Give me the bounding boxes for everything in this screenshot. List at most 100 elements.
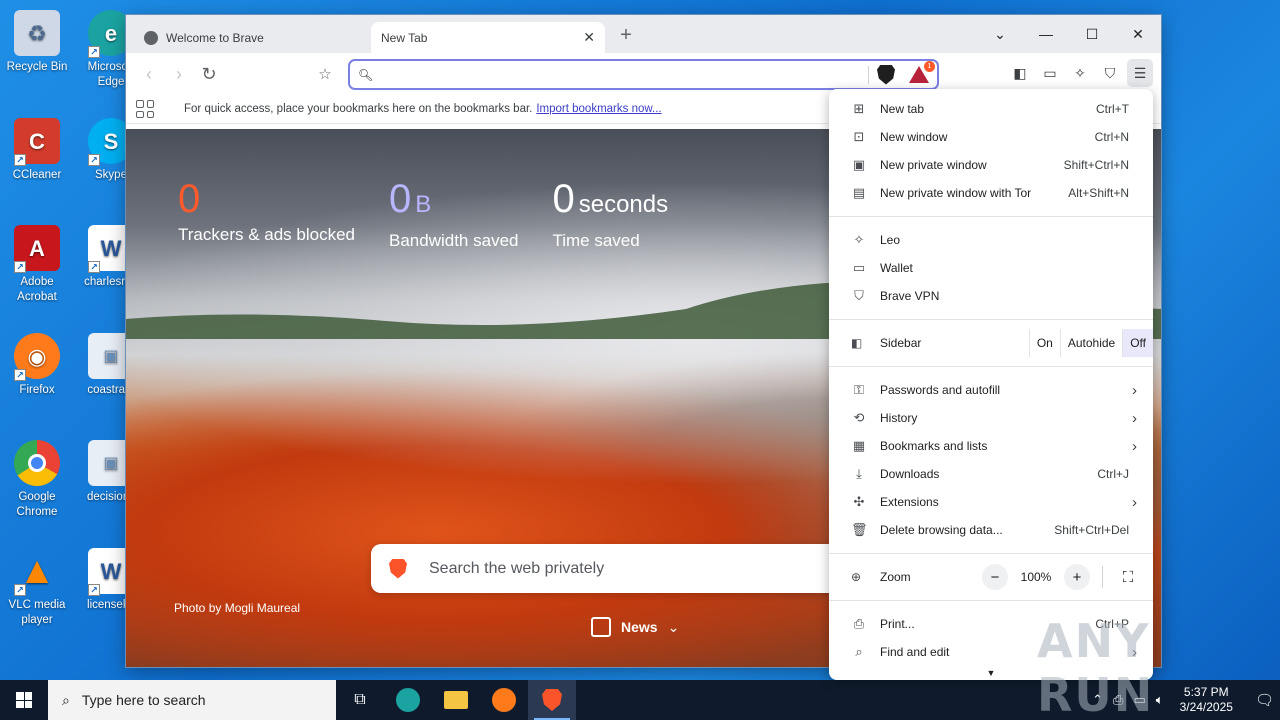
desktop-icon-firefox[interactable]: ◉ ↗ Firefox [0,333,74,398]
wallet-icon[interactable]: ▭ [1037,59,1063,87]
brave-icon [542,689,562,711]
tab-title: Welcome to Brave [166,30,264,45]
stat-label: Time saved [552,231,640,250]
chevron-right-icon: › [1132,381,1137,399]
tab-new-tab[interactable]: New Tab ✕ [371,22,605,53]
desktop-icon-chrome[interactable]: Google Chrome [0,440,74,520]
taskbar-search-placeholder: Type here to search [81,692,206,708]
photo-credit[interactable]: Photo by Mogli Maureal [174,601,300,615]
chevron-down-icon: ⌄ [667,618,680,635]
menu-item-label: New private window with Tor [880,186,1032,200]
desktop-icon-label: Google Chrome [16,491,58,518]
vpn-shield-icon[interactable]: ⛉ [1097,59,1123,87]
taskbar-firefox[interactable] [480,680,528,720]
stat-label: Trackers & ads blocked [178,225,355,244]
task-view-button[interactable]: ⧉ [336,680,384,720]
trash-icon: 🗑︎ [851,522,868,537]
taskbar-edge[interactable] [384,680,432,720]
menu-item-label: Zoom [880,570,911,584]
desktop-icon-label: Recycle Bin [6,61,68,73]
desktop-icon-adobe-acrobat[interactable]: A ↗ Adobe Acrobat [0,225,74,305]
menu-item-brave-vpn[interactable]: ⛉ Brave VPN [829,282,1153,310]
reload-button[interactable]: ↻ [194,59,224,89]
menu-item-new-window[interactable]: ⊡ New window Ctrl+N [829,123,1153,151]
taskbar-search[interactable]: ⌕ Type here to search [48,680,336,720]
menu-item-label: Extensions [880,495,939,509]
menu-item-label: New private window [880,158,987,172]
menu-item-bookmarks[interactable]: ▦ Bookmarks and lists › [829,432,1153,460]
stat-value: 0 [178,177,201,221]
app-menu-button[interactable]: ☰ [1127,59,1153,87]
tab-welcome[interactable]: Welcome to Brave [134,22,359,53]
menu-item-leo[interactable]: ✧ Leo [829,226,1153,254]
menu-item-history[interactable]: ⟲ History › [829,404,1153,432]
menu-divider [829,600,1153,601]
menu-item-label: Wallet [880,261,913,275]
zoom-out-button[interactable]: − [982,564,1008,590]
menu-item-downloads[interactable]: ⤓ Downloads Ctrl+J [829,460,1153,488]
folder-icon [444,691,468,709]
fullscreen-icon[interactable]: ⛶ [1115,564,1141,590]
globe-icon [144,30,158,45]
desktop-icon-ccleaner[interactable]: C ↗ CCleaner [0,118,74,183]
ntp-stats: 0 Trackers & ads blocked 0B Bandwidth sa… [178,177,668,251]
menu-item-new-tab[interactable]: ⊞ New tab Ctrl+T [829,95,1153,123]
anyrun-watermark: ANY RUN [1037,614,1155,720]
maximize-button[interactable]: ☐ [1069,15,1115,53]
bookmark-icon[interactable]: ☆ [310,59,340,89]
address-input[interactable] [381,67,860,82]
zoom-in-button[interactable]: + [1064,564,1090,590]
firefox-icon [492,688,516,712]
firefox-icon: ◉ ↗ [14,333,60,381]
ntp-search-box[interactable]: Search the web privately [371,544,841,593]
sidebar-toggle-icon[interactable]: ◧ [1007,59,1033,87]
sidebar-option-off[interactable]: Off [1122,329,1153,357]
desktop-icon-label: Adobe Acrobat [17,276,57,303]
ccleaner-icon: C ↗ [14,118,60,166]
tab-strip: Welcome to Brave New Tab ✕ + ⌄ — ☐ ✕ [126,15,1161,53]
news-icon [591,617,611,637]
app-menu: ⊞ New tab Ctrl+T ⊡ New window Ctrl+N ▣ N… [829,89,1153,680]
new-tab-button[interactable]: + [615,25,637,47]
forward-button[interactable]: › [164,59,194,89]
taskbar-file-explorer[interactable] [432,680,480,720]
rewards-badge: 1 [924,60,935,72]
desktop-icon-label: VLC media player [8,599,66,626]
back-button[interactable]: ‹ [134,59,164,89]
desktop-icon-vlc[interactable]: ▲ ↗ VLC media player [0,548,74,628]
close-tab-icon[interactable]: ✕ [583,29,595,46]
apps-grid-icon[interactable] [136,100,154,118]
minimize-button[interactable]: — [1023,15,1069,53]
menu-item-shortcut: Alt+Shift+N [1068,186,1129,200]
sidebar-option-on[interactable]: On [1028,329,1060,357]
brave-rewards-icon[interactable]: 1 [909,60,935,84]
menu-item-passwords[interactable]: ⚿ Passwords and autofill › [829,376,1153,404]
tab-search-icon[interactable]: ⌄ [977,15,1023,53]
menu-item-label: Brave VPN [880,289,940,303]
menu-item-label: Passwords and autofill [880,383,1001,397]
chrome-icon [14,440,60,486]
menu-item-new-private-window[interactable]: ▣ New private window Shift+Ctrl+N [829,151,1153,179]
news-button[interactable]: News ⌄ [591,617,679,637]
start-button[interactable] [0,680,48,720]
taskbar-brave[interactable] [528,680,576,720]
close-window-button[interactable]: ✕ [1115,15,1161,53]
import-bookmarks-link[interactable]: Import bookmarks now... [536,103,661,115]
menu-item-wallet[interactable]: ▭ Wallet [829,254,1153,282]
menu-item-delete-browsing-data[interactable]: 🗑︎ Delete browsing data... Shift+Ctrl+De… [829,516,1153,544]
address-bar[interactable]: 🔍︎ 1 [348,59,939,90]
menu-divider [829,216,1153,217]
menu-item-label: History [880,411,918,425]
menu-item-extensions[interactable]: ✣ Extensions › [829,488,1153,516]
sidebar-option-autohide[interactable]: Autohide [1059,329,1122,357]
zoom-divider [1102,566,1103,588]
brave-shields-icon[interactable] [877,64,895,85]
leo-icon[interactable]: ✧ [1067,59,1093,87]
menu-item-new-tor-window[interactable]: ▤ New private window with Tor Alt+Shift+… [829,179,1153,207]
desktop-icon-recycle-bin[interactable]: ♻ Recycle Bin [0,10,74,75]
menu-item-label: New tab [880,102,925,116]
wallet-icon: ▭ [852,260,866,275]
menu-item-shortcut: Shift+Ctrl+Del [1054,523,1129,537]
desktop-icon-label: CCleaner [12,169,62,181]
brave-logo-icon [389,558,407,579]
